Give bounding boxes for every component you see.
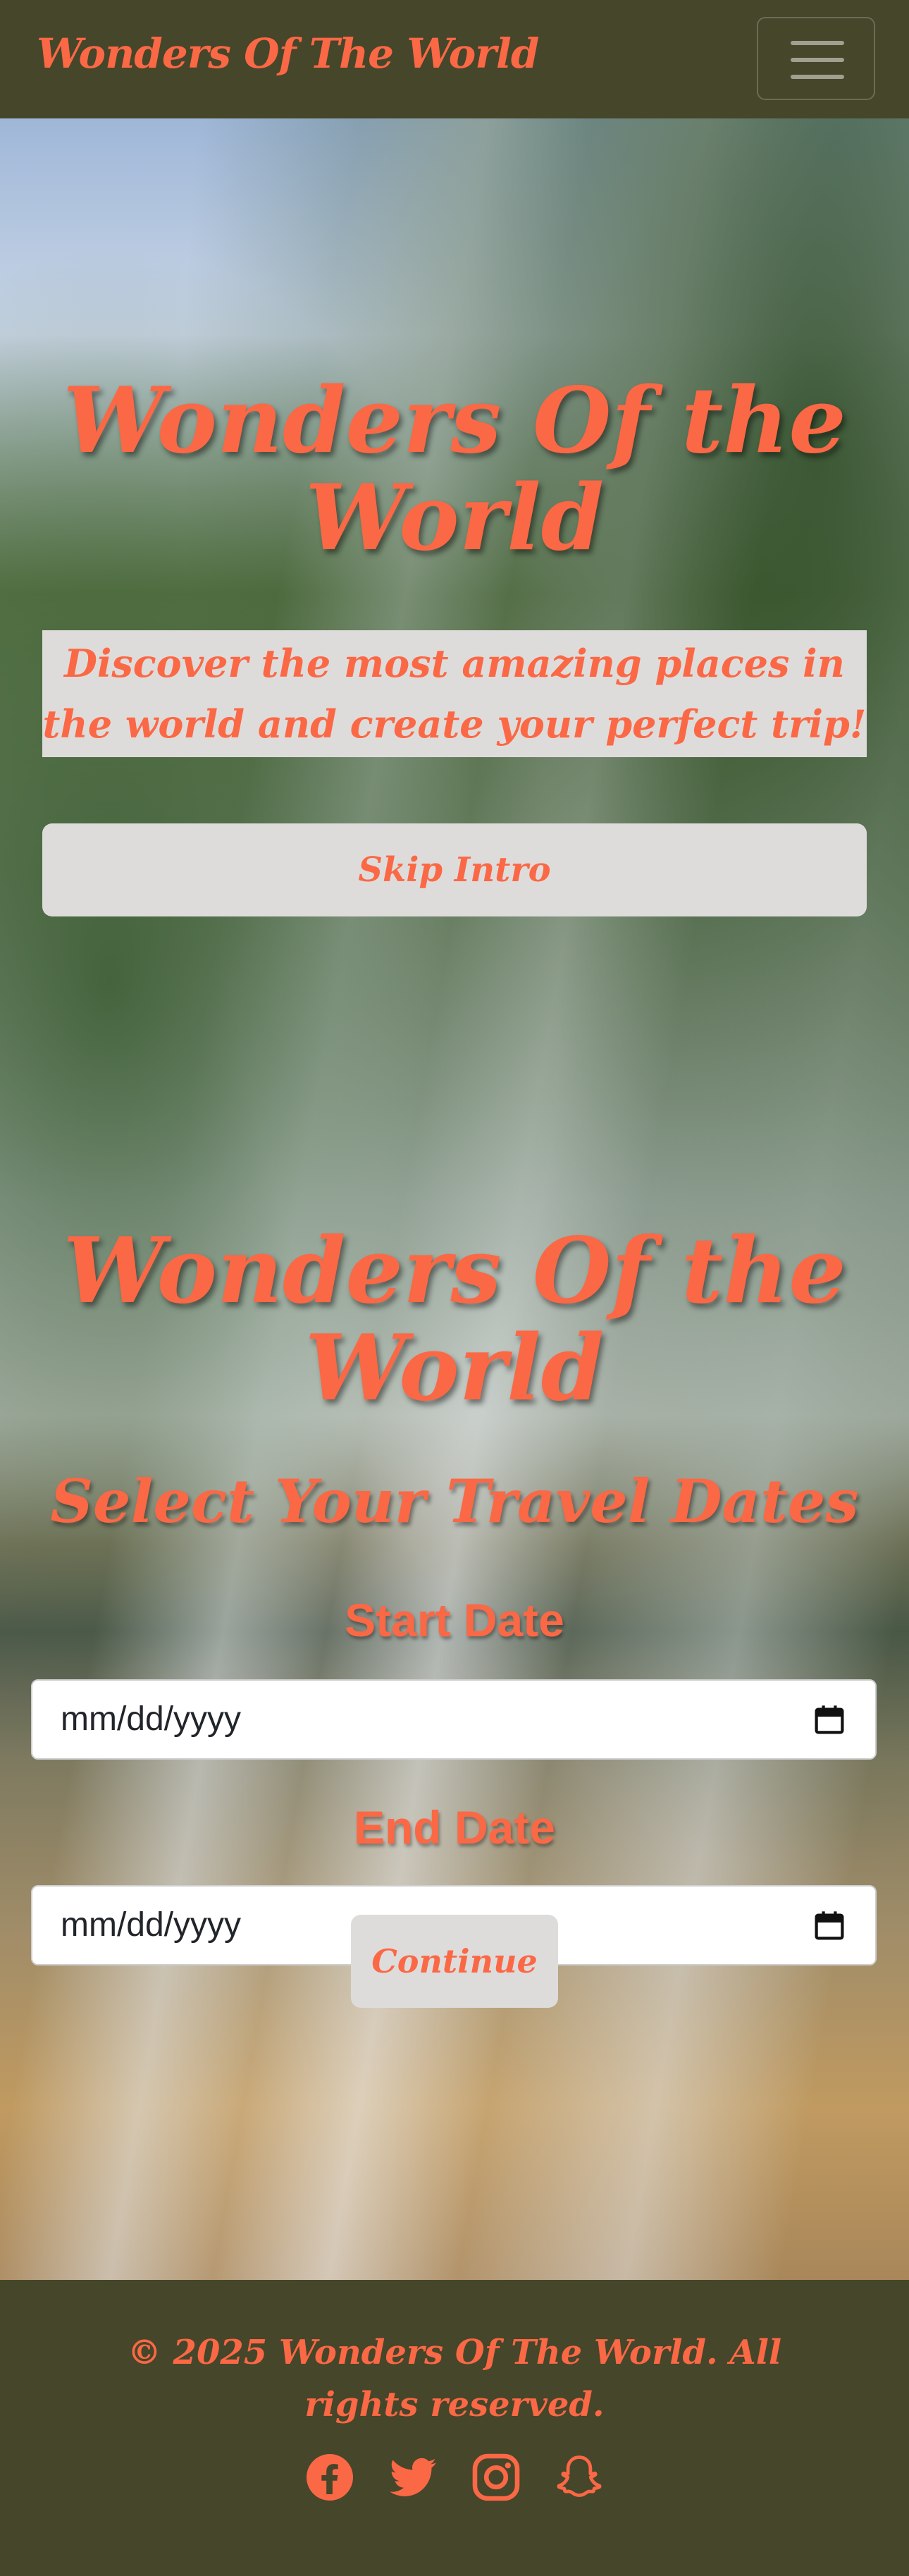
intro-title: Wonders Of the World	[63, 368, 846, 571]
navbar-brand-link[interactable]: Wonders Of The World	[37, 30, 539, 78]
hamburger-line	[791, 58, 844, 62]
intro-tagline: Discover the most amazing places in the …	[42, 630, 867, 757]
continue-button[interactable]: Continue	[351, 1915, 558, 2008]
end-date-label: End Date	[353, 1801, 556, 1853]
hero-section: Wonders Of the World Discover the most a…	[0, 118, 909, 2280]
navbar-toggle-button[interactable]	[757, 17, 875, 100]
hamburger-line	[791, 75, 844, 79]
dates-subtitle: Select Your Travel Dates	[50, 1466, 859, 1536]
instagram-icon[interactable]	[471, 2452, 521, 2503]
calendar-icon[interactable]	[815, 1703, 844, 1736]
snapchat-icon[interactable]	[554, 2452, 605, 2503]
start-date-placeholder: mm/dd/yyyy	[61, 1700, 242, 1738]
start-date-label: Start Date	[345, 1594, 564, 1646]
social-links	[0, 2452, 909, 2508]
facebook-icon[interactable]	[304, 2452, 355, 2503]
calendar-icon[interactable]	[815, 1909, 844, 1942]
hamburger-menu-icon	[791, 41, 844, 45]
copyright-text: © 2025 Wonders Of The World. All rights …	[127, 2333, 782, 2424]
start-date-input[interactable]: mm/dd/yyyy	[31, 1679, 877, 1760]
navbar: Wonders Of The World	[0, 0, 909, 118]
end-date-placeholder: mm/dd/yyyy	[61, 1906, 242, 1944]
twitter-icon[interactable]	[388, 2452, 438, 2503]
skip-intro-button[interactable]: Skip Intro	[42, 823, 867, 916]
footer: © 2025 Wonders Of The World. All rights …	[0, 2280, 909, 2576]
dates-title: Wonders Of the World	[63, 1218, 846, 1421]
